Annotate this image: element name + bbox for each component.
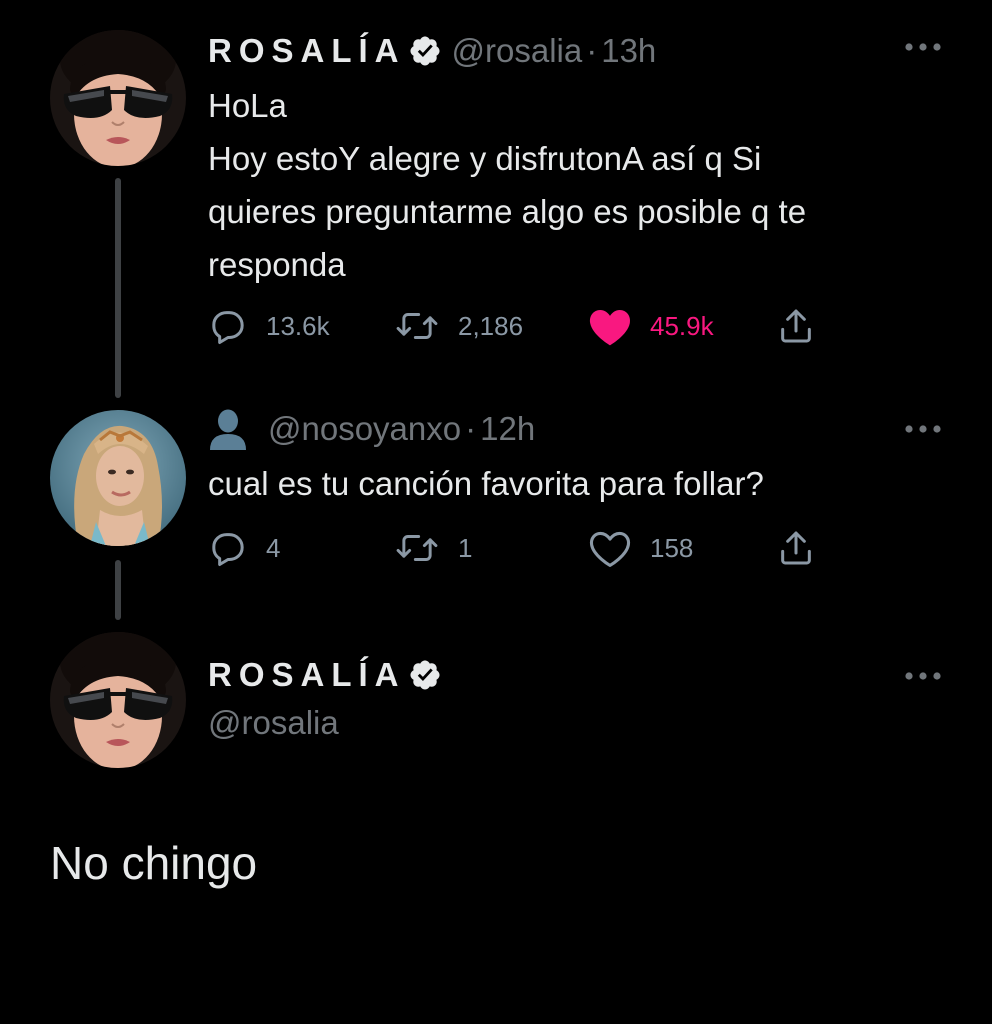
tweet-actions: 13.6k 2,186 45.9k (208, 304, 828, 348)
reply-button[interactable]: 13.6k (208, 304, 330, 348)
thread-line-1 (115, 178, 121, 398)
share-button[interactable] (776, 304, 816, 348)
tweet-text-line: responda (208, 246, 346, 283)
display-name[interactable]: ROSALÍA (208, 32, 406, 70)
reply-button[interactable]: 4 (208, 526, 280, 570)
like-button[interactable]: 158 (588, 526, 693, 570)
retweet-button[interactable]: 2,186 (394, 304, 523, 348)
retweet-icon (396, 535, 438, 561)
tweet-text-line: HoLa (208, 87, 287, 124)
reply-icon (212, 311, 244, 344)
separator-dot: · (586, 32, 598, 69)
tweet-text: HoLa Hoy estoY alegre y disfrutonA así q… (208, 79, 952, 291)
avatar-rosalia[interactable] (50, 632, 186, 768)
heart-icon (589, 531, 631, 567)
verified-badge-icon (408, 658, 442, 692)
tweet-header: ROSALÍA @rosalia · 13h (208, 28, 656, 74)
share-icon (781, 309, 811, 343)
reply-count: 13.6k (266, 310, 330, 341)
reply-count: 4 (266, 532, 281, 563)
more-icon[interactable] (904, 42, 942, 52)
retweet-button[interactable]: 1 (394, 526, 472, 570)
share-button[interactable] (776, 526, 816, 570)
more-icon[interactable] (904, 424, 942, 434)
heart-icon (589, 310, 631, 346)
tweet-header: ROSALÍA (208, 652, 452, 698)
like-button[interactable]: 45.9k (588, 304, 714, 348)
share-icon (781, 531, 811, 565)
like-count: 45.9k (650, 310, 714, 341)
retweet-icon (396, 313, 438, 339)
user-silhouette-icon (208, 408, 248, 450)
timestamp[interactable]: 12h (480, 410, 535, 448)
tweet-actions: 4 1 158 (208, 526, 828, 570)
reply-icon (212, 533, 244, 566)
avatar-nosoyanxo[interactable] (50, 410, 186, 546)
tweet-text-line: quieres preguntarme algo es posible q te (208, 193, 807, 230)
verified-badge-icon (408, 34, 442, 68)
handle[interactable]: @nosoyanxo (268, 410, 461, 448)
retweet-count: 1 (458, 532, 473, 563)
tweet-text-line: Hoy estoY alegre y disfrutonA así q Si (208, 140, 762, 177)
retweet-count: 2,186 (458, 310, 524, 341)
avatar-rosalia[interactable] (50, 30, 186, 166)
separator-dot: · (465, 410, 477, 447)
more-icon[interactable] (904, 671, 942, 681)
tweet-text: cual es tu canción favorita para follar? (208, 457, 952, 510)
like-count: 158 (650, 532, 694, 563)
thread-line-2 (115, 560, 121, 620)
timestamp[interactable]: 13h (601, 32, 656, 70)
tweet-text-line: cual es tu canción favorita para follar? (208, 465, 764, 502)
focused-tweet-text: No chingo (50, 837, 258, 889)
handle[interactable]: @rosalia (208, 704, 339, 742)
handle[interactable]: @rosalia (452, 32, 583, 70)
tweet-header: @nosoyanxo · 12h (208, 406, 535, 452)
display-name[interactable]: ROSALÍA (208, 656, 406, 694)
